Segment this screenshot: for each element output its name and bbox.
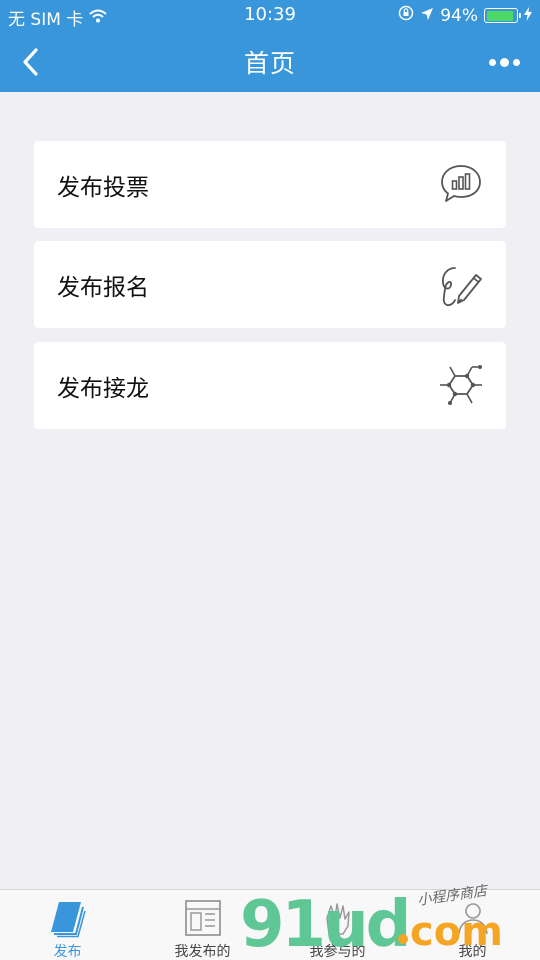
card-label: 发布报名 — [57, 275, 149, 301]
tab-label: 发布 — [53, 944, 82, 960]
person-icon — [452, 898, 494, 938]
status-right: 94% — [398, 5, 532, 26]
tab-label: 我的 — [458, 944, 487, 960]
app-screen: 无 SIM 卡 10:39 94% 首页 发布投票 发布报名 发布接龙 发布 我… — [0, 0, 540, 960]
tab-bar: 发布 我发布的 我参与的 我的 — [0, 889, 540, 960]
tab-label: 我发布的 — [174, 944, 231, 960]
more-button[interactable] — [482, 48, 526, 76]
tab-label: 我参与的 — [309, 944, 366, 960]
page-title: 首页 — [243, 49, 296, 78]
publish-signup-card[interactable]: 发布报名 — [34, 241, 506, 328]
book-icon — [47, 898, 89, 938]
card-label: 发布投票 — [57, 175, 149, 201]
charging-icon — [524, 6, 532, 26]
rotation-lock-icon — [398, 5, 414, 26]
hand-icon — [317, 898, 359, 938]
status-bar: 无 SIM 卡 10:39 94% — [0, 0, 540, 32]
battery-fill — [486, 10, 513, 21]
tab-my-published[interactable]: 我发布的 — [135, 890, 270, 960]
hexagon-network-icon — [438, 362, 484, 408]
battery-icon — [484, 8, 521, 23]
battery-percent: 94% — [440, 5, 478, 26]
layout-icon — [182, 898, 224, 938]
poll-chart-icon — [438, 161, 484, 207]
card-label: 发布接龙 — [57, 376, 149, 402]
tab-publish[interactable]: 发布 — [0, 890, 135, 960]
more-dot-icon — [488, 58, 496, 66]
pen-signature-icon — [438, 263, 484, 309]
tab-my-joined[interactable]: 我参与的 — [270, 890, 405, 960]
publish-vote-card[interactable]: 发布投票 — [34, 141, 506, 228]
location-arrow-icon — [420, 6, 434, 26]
more-dot-icon — [499, 57, 509, 67]
navigation-bar: 首页 — [0, 32, 540, 92]
more-dot-icon — [512, 58, 520, 66]
tab-mine[interactable]: 我的 — [405, 890, 540, 960]
publish-relay-card[interactable]: 发布接龙 — [34, 342, 506, 429]
battery-tip — [519, 13, 521, 18]
